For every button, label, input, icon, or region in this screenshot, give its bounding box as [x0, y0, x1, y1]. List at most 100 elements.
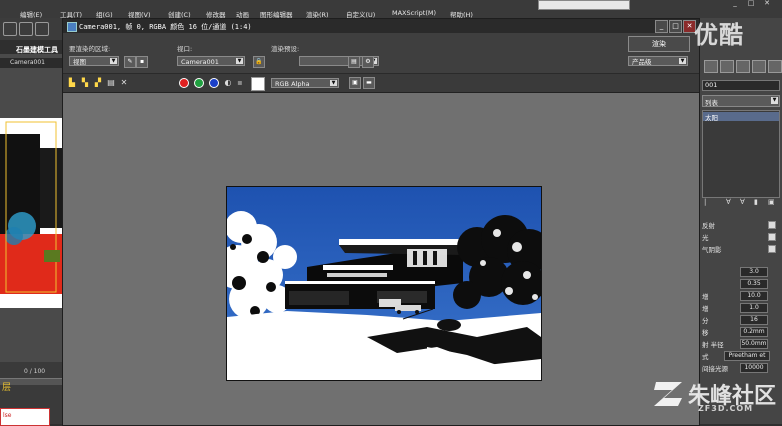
remove-modifier-icon[interactable]: ▮ [754, 198, 758, 206]
command-panel: 001 列表 ▼ 太阳 | ∀ ∀ ▮ ▣ 反射 光 气阴影 3.0 0.35 … [698, 18, 782, 424]
render-button[interactable]: 渲染 [628, 36, 690, 52]
auto-region-icon[interactable]: ▪ [136, 56, 148, 68]
viewport-value: Camera001 [181, 58, 219, 66]
show-end-icon[interactable]: ∀ [726, 198, 731, 206]
blue-channel-toggle[interactable] [209, 78, 219, 88]
render-window-titlebar[interactable]: Camera001, 帧 0, RGBA 颜色 16 位/通道 (1:4) _ … [63, 19, 699, 33]
toggle-ui-overlay-icon[interactable]: ▣ [349, 77, 361, 89]
param-row: 式 [702, 351, 709, 361]
clear-icon[interactable]: ✕ [119, 78, 129, 88]
area-to-render-dropdown[interactable]: 视图 ▼ [69, 56, 119, 66]
param-row: 增 [702, 291, 709, 301]
maximize-icon[interactable]: □ [746, 0, 756, 7]
main-toolbar [0, 18, 62, 40]
param-spinner[interactable]: 1.0 [740, 303, 768, 313]
display-tab-icon[interactable] [736, 60, 750, 73]
chevron-down-icon: ▼ [110, 58, 117, 64]
param-row: 光 [702, 232, 709, 242]
area-to-render-value: 视图 [73, 58, 86, 66]
ribbon-label[interactable]: 石墨建模工具 [16, 45, 58, 55]
area-to-render-label: 要渲染的区域: [69, 45, 111, 53]
motion-tab-icon[interactable] [720, 60, 734, 73]
save-image-icon[interactable]: ▙ [67, 78, 77, 88]
render-window-title: Camera001, 帧 0, RGBA 颜色 16 位/通道 (1:4) [79, 23, 252, 31]
list-dropdown-value: 列表 [705, 99, 718, 107]
param-spinner[interactable]: 50.0mm [740, 339, 768, 349]
red-channel-toggle[interactable] [179, 78, 189, 88]
green-channel-toggle[interactable] [194, 78, 204, 88]
menu-maxscript[interactable]: MAXScript(M) [392, 9, 436, 17]
viewport-scene [0, 118, 62, 308]
search-input[interactable] [538, 0, 630, 10]
param-spinner[interactable]: 0.2mm [740, 327, 768, 337]
param-spinner[interactable]: 3.0 [740, 267, 768, 277]
display-channel-dropdown[interactable]: RGB Alpha ▼ [271, 78, 339, 88]
alpha-channel-icon[interactable]: ◐ [223, 78, 233, 88]
zf3d-logo-icon [654, 382, 682, 406]
viewport-label: 视口: [177, 45, 193, 53]
production-mode-dropdown[interactable]: 产品级 ▼ [628, 56, 688, 66]
toggle-ui-icon[interactable]: ▬ [363, 77, 375, 89]
color-swatch[interactable] [251, 77, 265, 91]
copy-image-icon[interactable]: ▚ [80, 78, 90, 88]
app-window-controls: _ □ ✕ [700, 0, 782, 9]
list-dropdown[interactable]: 列表 ▼ [702, 95, 780, 107]
param-label: 增 [702, 305, 709, 313]
param-spinner[interactable]: 0.35 [740, 279, 768, 289]
hammer-icon[interactable] [768, 60, 782, 73]
bind-icon[interactable] [35, 22, 49, 36]
param-checkbox[interactable] [768, 245, 776, 253]
param-row: 气阴影 [702, 244, 722, 254]
rendered-image [226, 186, 542, 381]
param-spinner[interactable]: 10.0 [740, 291, 768, 301]
frame-buffer-toolbar: ▙ ▚ ▞ ▤ ✕ ◐ ▪ RGB Alpha ▼ ▣ ▬ [63, 74, 699, 93]
param-checkbox[interactable] [768, 221, 776, 229]
viewport-label[interactable]: Camera001 [10, 59, 45, 66]
param-row: 移 [702, 327, 709, 337]
list-item-label: 太阳 [705, 114, 718, 122]
edit-region-icon[interactable]: ✎ [124, 56, 136, 68]
lock-icon[interactable]: 🔒 [253, 56, 265, 68]
close-icon[interactable]: ✕ [762, 0, 772, 7]
hierarchy-tab-icon[interactable] [704, 60, 718, 73]
chevron-down-icon: ▼ [771, 97, 778, 104]
print-icon[interactable]: ▤ [106, 78, 116, 88]
param-row: 分 [702, 315, 709, 325]
configure-icon[interactable]: ▣ [768, 198, 775, 206]
monochrome-icon[interactable]: ▪ [235, 78, 245, 88]
unique-icon[interactable]: ∀ [740, 198, 745, 206]
minimize-icon[interactable]: _ [655, 20, 668, 33]
render-preset-label: 渲染预设: [271, 45, 300, 53]
list-item-selected[interactable]: 太阳 [703, 112, 779, 122]
param-row: 反射 [702, 220, 715, 230]
script-listener-field[interactable]: lse [0, 408, 50, 426]
utilities-tab-icon[interactable] [752, 60, 766, 73]
param-label: 反射 [702, 222, 715, 230]
object-list[interactable]: 太阳 [702, 110, 780, 198]
zf3d-url-watermark: ZF3D.COM [698, 404, 754, 413]
command-panel-tabs [704, 60, 782, 73]
object-name-field[interactable]: 001 [702, 80, 780, 91]
param-spinner[interactable]: 16 [740, 315, 768, 325]
minimize-icon[interactable]: _ [730, 0, 740, 7]
background-viewport[interactable] [0, 118, 62, 308]
viewport-dropdown[interactable]: Camera001 ▼ [177, 56, 245, 66]
time-slider-readout[interactable]: 0 / 100 [24, 368, 45, 375]
param-checkbox[interactable] [768, 233, 776, 241]
youku-watermark: 优酷 [694, 21, 744, 49]
modifier-stack-tools: | ∀ ∀ ▮ ▣ [704, 196, 780, 208]
render-setup-icon[interactable]: ▤ [348, 56, 360, 68]
param-label: 光 [702, 234, 709, 242]
link-icon[interactable] [19, 22, 33, 36]
sky-model-dropdown[interactable]: Preetham et [724, 351, 770, 361]
pin-icon[interactable]: | [704, 198, 706, 206]
script-listener-text: lse [3, 412, 12, 419]
viewport-header: Camera001 [0, 58, 62, 68]
maximize-icon[interactable]: □ [669, 20, 682, 33]
environment-icon[interactable]: ⚙ [362, 56, 374, 68]
undo-icon[interactable] [3, 22, 17, 36]
param-spinner[interactable]: 10000 [740, 363, 768, 373]
chevron-down-icon: ▼ [236, 58, 243, 64]
render-controls: 要渲染的区域: 视图 ▼ ✎ ▪ 视口: Camera001 ▼ 🔒 渲染预设:… [63, 33, 699, 74]
clone-window-icon[interactable]: ▞ [93, 78, 103, 88]
